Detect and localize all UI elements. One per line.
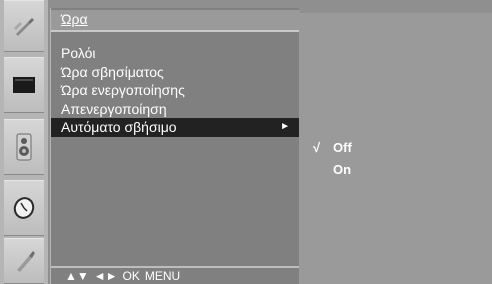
left-right-arrows-icon: ◄► <box>93 269 118 283</box>
menu-item-clock[interactable]: Ρολόι <box>51 44 300 63</box>
osd-screen: Ώρα Ρολόι Ώρα σβησίματος Ώρα ενεργοποίησ… <box>0 0 492 284</box>
menu-item-sleep-timer[interactable]: Απενεργοποίηση <box>51 100 300 119</box>
submenu-options: √ Off On <box>299 137 492 181</box>
options-icon[interactable] <box>4 238 44 284</box>
checkmark-icon: √ <box>313 140 321 155</box>
menu-title: Ώρα <box>61 11 88 27</box>
clock-icon[interactable] <box>4 180 44 236</box>
picture-adjust-icon[interactable] <box>4 0 44 52</box>
menu-item-auto-off[interactable]: Αυτόματο σβήσιμο ► <box>51 118 300 137</box>
menu-item-label: Ρολόι <box>61 45 96 61</box>
option-label: Off <box>333 140 352 155</box>
menu-title-bar: Ώρα <box>51 10 300 32</box>
category-icon-strip <box>0 0 48 284</box>
menu-list: Ρολόι Ώρα σβησίματος Ώρα ενεργοποίησης Α… <box>51 44 300 137</box>
menu-item-label: Ώρα ενεργοποίησης <box>61 82 185 98</box>
ok-hint: OK <box>122 269 140 283</box>
menu-item-label: Ώρα σβησίματος <box>61 63 164 80</box>
time-menu-panel: Ώρα Ρολόι Ώρα σβησίματος Ώρα ενεργοποίησ… <box>50 8 300 284</box>
auto-off-submenu: √ Off On <box>299 13 492 284</box>
screen-icon[interactable] <box>4 57 44 113</box>
menu-item-label: Απενεργοποίηση <box>61 100 167 117</box>
menu-item-off-time[interactable]: Ώρα σβησίματος <box>51 63 300 82</box>
navigation-hint-bar: ▲▼ ◄► OK MENU <box>51 266 300 284</box>
option-off[interactable]: √ Off <box>299 137 492 159</box>
up-down-arrows-icon: ▲▼ <box>65 269 89 283</box>
menu-hint: MENU <box>144 269 181 283</box>
audio-speaker-icon[interactable] <box>4 119 44 175</box>
option-on[interactable]: On <box>299 159 492 181</box>
menu-item-on-time[interactable]: Ώρα ενεργοποίησης <box>51 81 300 100</box>
menu-item-label: Αυτόματο σβήσιμο <box>61 119 177 135</box>
submenu-arrow-icon: ► <box>280 121 290 132</box>
option-label: On <box>333 162 352 177</box>
